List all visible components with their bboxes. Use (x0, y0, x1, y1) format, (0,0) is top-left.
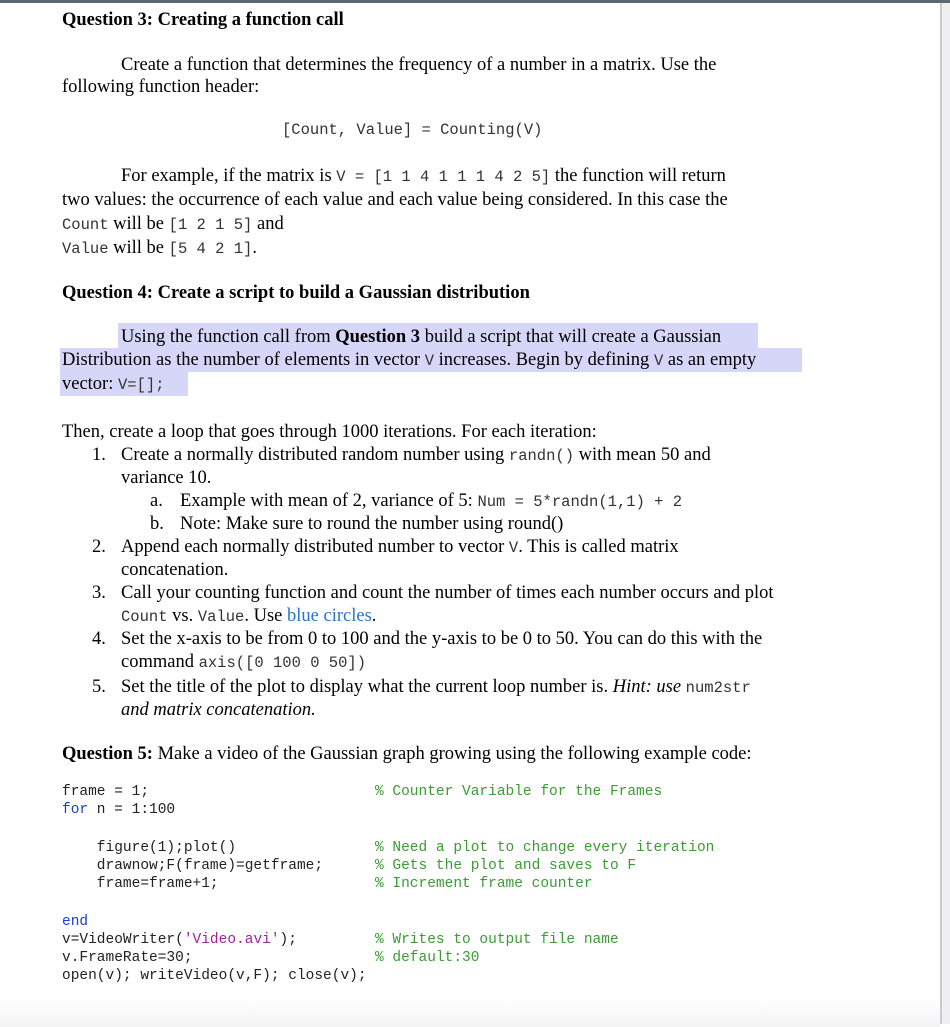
list-item: Set the x-axis to be from 0 to 100 and t… (121, 629, 763, 649)
inline-code: Count (62, 216, 109, 234)
text: as an empty (663, 350, 757, 370)
text: . Use (244, 606, 288, 626)
code-line: open(v); writeVideo(v,F); close(v); (62, 968, 367, 984)
loop-intro: Then, create a loop that goes through 10… (62, 422, 597, 442)
list-item: Set the title of the plot to display wha… (121, 676, 751, 699)
text: . (371, 606, 377, 626)
bold-text: Question 5: (62, 744, 153, 764)
q5-heading: Question 5: Make a video of the Gaussian… (62, 743, 752, 765)
list-item: Call your counting function and count th… (121, 583, 774, 603)
text: will be (108, 238, 169, 258)
code-comment: % Counter Variable for the Frames (375, 784, 663, 800)
list-number: 4. (92, 629, 106, 649)
code-line: drawnow;F(frame)=getframe; (62, 858, 324, 874)
q4-paragraph-line[interactable]: vector: V=[]; (62, 373, 165, 396)
q3-value-line: Value will be [5 4 2 1]. (62, 237, 257, 260)
string-literal: 'Video.avi' (183, 932, 280, 948)
text: Make a video of the Gaussian graph growi… (152, 744, 752, 764)
document-page: Question 3: Creating a function call Cre… (0, 3, 940, 1027)
inline-code: [5 4 2 1] (168, 240, 253, 258)
text: Append each normally distributed number … (121, 537, 509, 557)
code-text: ); (279, 932, 297, 948)
bold-text: Question 3 (335, 327, 421, 347)
q3-paragraph-line: Create a function that determines the fr… (121, 55, 717, 75)
text: build a script that will create a Gaussi… (420, 327, 722, 347)
text: with mean 50 and (574, 445, 711, 465)
code-comment: % Writes to output file name (375, 932, 619, 948)
inline-code: axis([0 100 0 50]) (198, 654, 367, 672)
inline-code: Value (62, 240, 109, 258)
text: command (121, 652, 199, 672)
text: will be (108, 214, 169, 234)
inline-code: V (653, 352, 664, 370)
q3-heading: Question 3: Creating a function call (62, 10, 344, 30)
sublist-item: Note: Make sure to round the number usin… (180, 514, 564, 534)
code-text: n = 1:100 (88, 802, 176, 818)
inline-code: num2str (685, 679, 751, 697)
inline-code: V = [1 1 4 1 1 1 4 2 5] (336, 168, 551, 186)
text: . This is called matrix (518, 537, 679, 557)
hint-text: Hint: use (612, 677, 686, 697)
text: Create a normally distributed random num… (121, 445, 509, 465)
keyword: end (62, 914, 89, 930)
page-bottom-shadow (0, 998, 940, 1027)
list-number: 1. (92, 445, 106, 465)
code-line: frame=frame+1; (62, 876, 219, 892)
q3-paragraph-line: following function header: (62, 77, 260, 97)
list-item: Append each normally distributed number … (121, 536, 679, 559)
sublist-letter: b. (150, 514, 164, 534)
inline-code: V=[]; (118, 376, 165, 394)
function-header-code: [Count, Value] = Counting(V) (282, 121, 543, 139)
list-item-continuation: Count vs. Value. Use blue circles. (121, 605, 376, 628)
vertical-scrollbar[interactable] (940, 3, 950, 1024)
inline-code: Value (197, 608, 245, 626)
code-line: v.FrameRate=30; (62, 950, 193, 966)
inline-code: Num = 5*randn(1,1) + 2 (477, 493, 683, 511)
code-line: v=VideoWriter('Video.avi'); (62, 931, 297, 949)
code-line: end (62, 913, 88, 931)
code-comment: % Gets the plot and saves to F (375, 858, 637, 874)
text: Set the title of the plot to display wha… (121, 677, 613, 697)
code-line: figure(1);plot() (62, 840, 237, 856)
code-comment: % Need a plot to change every iteration (375, 840, 715, 856)
blue-circles-link[interactable]: blue circles (287, 606, 372, 626)
sublist-item: Example with mean of 2, variance of 5: N… (180, 490, 682, 513)
inline-code: Count (121, 608, 168, 626)
q3-example-line: two values: the occurrence of each value… (62, 190, 728, 210)
code-line: frame = 1; (62, 784, 150, 800)
q4-heading: Question 4: Create a script to build a G… (62, 283, 530, 303)
text: the function will return (550, 166, 726, 186)
list-item: Create a normally distributed random num… (121, 444, 711, 467)
text: For example, if the matrix is (121, 166, 337, 186)
list-item-continuation: and matrix concatenation. (121, 700, 316, 720)
q4-paragraph-line[interactable]: Distribution as the number of elements i… (62, 349, 756, 372)
inline-code: randn() (508, 447, 575, 465)
keyword: for (62, 802, 89, 818)
list-number: 5. (92, 677, 106, 697)
list-item-continuation: variance 10. (121, 468, 212, 488)
text: . (252, 238, 257, 258)
code-comment: % Increment frame counter (375, 876, 593, 892)
sublist-letter: a. (150, 491, 163, 511)
text: increases. Begin by defining (434, 350, 654, 370)
code-line: for n = 1:100 (62, 801, 175, 819)
text: Using the function call from (121, 327, 336, 347)
text: vector: (62, 374, 118, 394)
list-item-continuation: command axis([0 100 0 50]) (121, 651, 366, 674)
text: vs. (167, 606, 198, 626)
inline-code: V (424, 352, 435, 370)
inline-code: [1 2 1 5] (168, 216, 253, 234)
list-number: 2. (92, 537, 106, 557)
code-text: v=VideoWriter( (62, 932, 184, 948)
q4-paragraph-line[interactable]: Using the function call from Question 3 … (121, 326, 721, 348)
q3-example-line: For example, if the matrix is V = [1 1 4… (121, 165, 726, 188)
text: and (252, 214, 284, 234)
text: Distribution as the number of elements i… (62, 350, 425, 370)
list-item-continuation: concatenation. (121, 560, 229, 580)
inline-code: V (508, 539, 519, 557)
q3-count-line: Count will be [1 2 1 5] and (62, 213, 284, 236)
list-number: 3. (92, 583, 106, 603)
text: Example with mean of 2, variance of 5: (180, 491, 478, 511)
code-comment: % default:30 (375, 950, 480, 966)
